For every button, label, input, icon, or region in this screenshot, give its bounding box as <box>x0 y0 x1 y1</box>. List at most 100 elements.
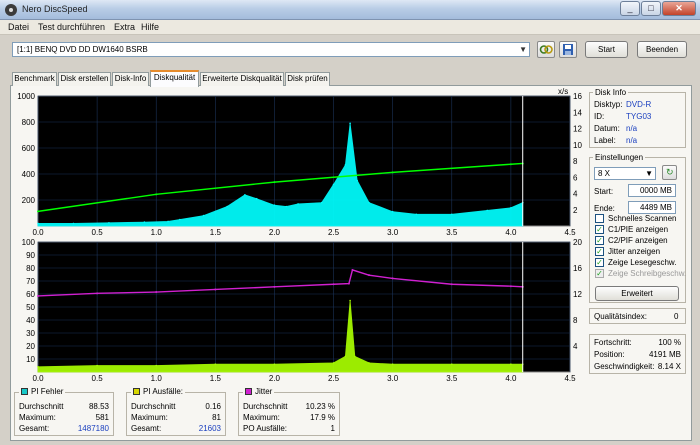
option-checkbox-1[interactable]: ✓ <box>595 225 604 234</box>
menu-file[interactable]: Datei <box>8 22 29 32</box>
data-point-1-1-4 <box>273 285 276 288</box>
data-point-0-0-5 <box>179 218 181 221</box>
option-checkbox-4[interactable]: ✓ <box>595 258 604 267</box>
tab-benchmark[interactable]: Benchmark <box>12 72 57 86</box>
start-button[interactable]: Start <box>585 41 628 58</box>
data-point-0-0-7 <box>226 205 228 208</box>
option-label-0: Schnelles Scannen <box>608 214 677 223</box>
data-point-1-0-8 <box>354 355 356 358</box>
quality-index-group: Qualitätsindex: 0 <box>589 308 686 324</box>
option-label-4: Zeige Lesegeschw. <box>608 258 677 267</box>
pi-errors-title: PI Fehler <box>31 387 64 396</box>
pi-failures-total-label: Gesamt: <box>131 424 162 433</box>
refresh-drive-button[interactable] <box>537 41 555 58</box>
speed-select[interactable]: 8 X ▼ <box>594 167 656 180</box>
x-tick-label-0-1: 0.5 <box>92 228 104 237</box>
maximize-button[interactable]: □ <box>641 1 661 16</box>
exit-button[interactable]: Beenden <box>637 41 687 58</box>
data-point-0-0-13 <box>320 201 323 204</box>
y-left-tick-label-1-8: 90 <box>26 251 35 260</box>
data-point-0-0-2 <box>108 221 110 224</box>
tab-scan-disc[interactable]: Disk prüfen <box>285 72 330 86</box>
option-checkbox-0[interactable] <box>595 214 604 223</box>
refresh-speeds-button[interactable]: ↻ <box>662 165 677 180</box>
data-point-1-1-9 <box>391 277 394 280</box>
jitter-max-label: Maximum: <box>243 413 280 422</box>
pi-errors-avg-label: Durchschnitt <box>19 402 64 411</box>
data-point-1-0-10 <box>391 363 394 366</box>
option-checkbox-3[interactable]: ✓ <box>595 247 604 256</box>
progress-group: Fortschritt: 100 % Position: 4191 MB Ges… <box>589 334 686 374</box>
option-label-3: Jitter anzeigen <box>608 247 661 256</box>
pi-failures-max-label: Maximum: <box>131 413 168 422</box>
x-tick-label-0-0: 0.0 <box>32 228 44 237</box>
pi-failures-title: PI Ausfälle: <box>143 387 184 396</box>
data-point-1-1-2 <box>155 291 158 294</box>
data-point-1-0-7 <box>349 299 351 302</box>
x-tick-label-1-3: 1.5 <box>210 374 222 383</box>
floppy-disk-icon <box>563 44 573 55</box>
y-right-tick-label-1-4: 20 <box>573 238 582 247</box>
pi-errors-header: PI Fehler <box>19 387 66 396</box>
po-failures-value: 1 <box>330 424 335 433</box>
save-button[interactable] <box>559 41 577 58</box>
minimize-button[interactable]: _ <box>620 1 640 16</box>
data-point-1-1-1 <box>96 292 99 295</box>
speed-value: 8.14 X <box>657 362 681 371</box>
y-left-tick-label-0-1: 400 <box>22 170 36 179</box>
quality-index-label: Qualitätsindex: <box>594 312 647 321</box>
option-checkbox-2[interactable]: ✓ <box>595 236 604 245</box>
disc-id-value: TYG03 <box>626 112 652 121</box>
pi-errors-avg-value: 88.53 <box>88 402 109 411</box>
start-field[interactable]: 0000 MB <box>628 184 676 197</box>
close-button[interactable]: ✕ <box>662 1 696 16</box>
menu-bar: Datei Test durchführen Extra Hilfe <box>0 20 700 35</box>
disc-label-value: n/a <box>626 136 638 145</box>
chevron-down-icon: ▼ <box>645 169 653 178</box>
data-point-1-1-6 <box>347 282 350 285</box>
data-point-0-0-20 <box>415 213 418 216</box>
data-point-0-0-17 <box>356 179 359 182</box>
x-tick-label-1-4: 2.0 <box>269 374 281 383</box>
speed-label: Geschwindigkeit: <box>594 362 655 371</box>
menu-extra[interactable]: Extra <box>114 22 135 32</box>
jitter-title: Jitter <box>255 387 273 396</box>
advanced-button[interactable]: Erweitert <box>595 286 679 301</box>
y-left-tick-label-1-5: 60 <box>26 290 35 299</box>
pi-failures-avg-value: 0.16 <box>205 402 221 411</box>
data-point-1-1-7 <box>351 268 354 271</box>
right-axis-unit-label: x/s <box>558 87 568 96</box>
tab-create-disc[interactable]: Disk erstellen <box>58 72 111 86</box>
data-point-1-1-8 <box>368 274 371 277</box>
x-tick-label-1-9: 4.5 <box>564 374 576 383</box>
jitter-header: Jitter <box>243 387 275 396</box>
y-left-tick-label-0-3: 800 <box>22 118 36 127</box>
data-point-0-1-2 <box>273 181 276 184</box>
disc-type-value: DVD-R <box>626 100 652 109</box>
data-point-0-0-15 <box>344 164 347 166</box>
pi-errors-max-label: Maximum: <box>19 413 56 422</box>
chevron-down-icon: ▼ <box>519 45 527 54</box>
y-right-tick-label-0-1: 4 <box>573 190 578 199</box>
tab-advanced-disc-quality[interactable]: Erweiterte Diskqualität <box>200 72 284 86</box>
tab-disc-info[interactable]: Disk-Info <box>112 72 149 86</box>
end-field[interactable]: 4489 MB <box>628 201 676 214</box>
x-tick-label-1-5: 2.5 <box>328 374 340 383</box>
x-tick-label-1-2: 1.0 <box>151 374 163 383</box>
pi-failures-header: PI Ausfälle: <box>131 387 186 396</box>
speed-select-value: 8 X <box>598 169 611 178</box>
tab-disc-quality[interactable]: Diskqualität <box>150 70 199 87</box>
y-left-tick-label-1-4: 50 <box>26 303 35 312</box>
menu-help[interactable]: Hilfe <box>141 22 159 32</box>
x-tick-label-0-6: 3.0 <box>387 228 399 237</box>
menu-run-test[interactable]: Test durchführen <box>38 22 105 32</box>
pi-failures-box: PI Ausfälle: Durchschnitt 0.16 Maximum: … <box>126 387 226 436</box>
y-right-tick-label-1-2: 12 <box>573 290 582 299</box>
y-right-tick-label-0-5: 12 <box>573 125 582 134</box>
option-checkbox-5[interactable]: ✓ <box>595 269 604 278</box>
drive-select[interactable]: [1:1] BENQ DVD DD DW1640 BSRB ▼ <box>12 42 530 57</box>
disc-date-value: n/a <box>626 124 638 133</box>
y-right-tick-label-0-0: 2 <box>573 206 578 215</box>
data-point-1-0-5 <box>332 362 335 364</box>
y-left-tick-label-1-9: 100 <box>22 238 36 247</box>
